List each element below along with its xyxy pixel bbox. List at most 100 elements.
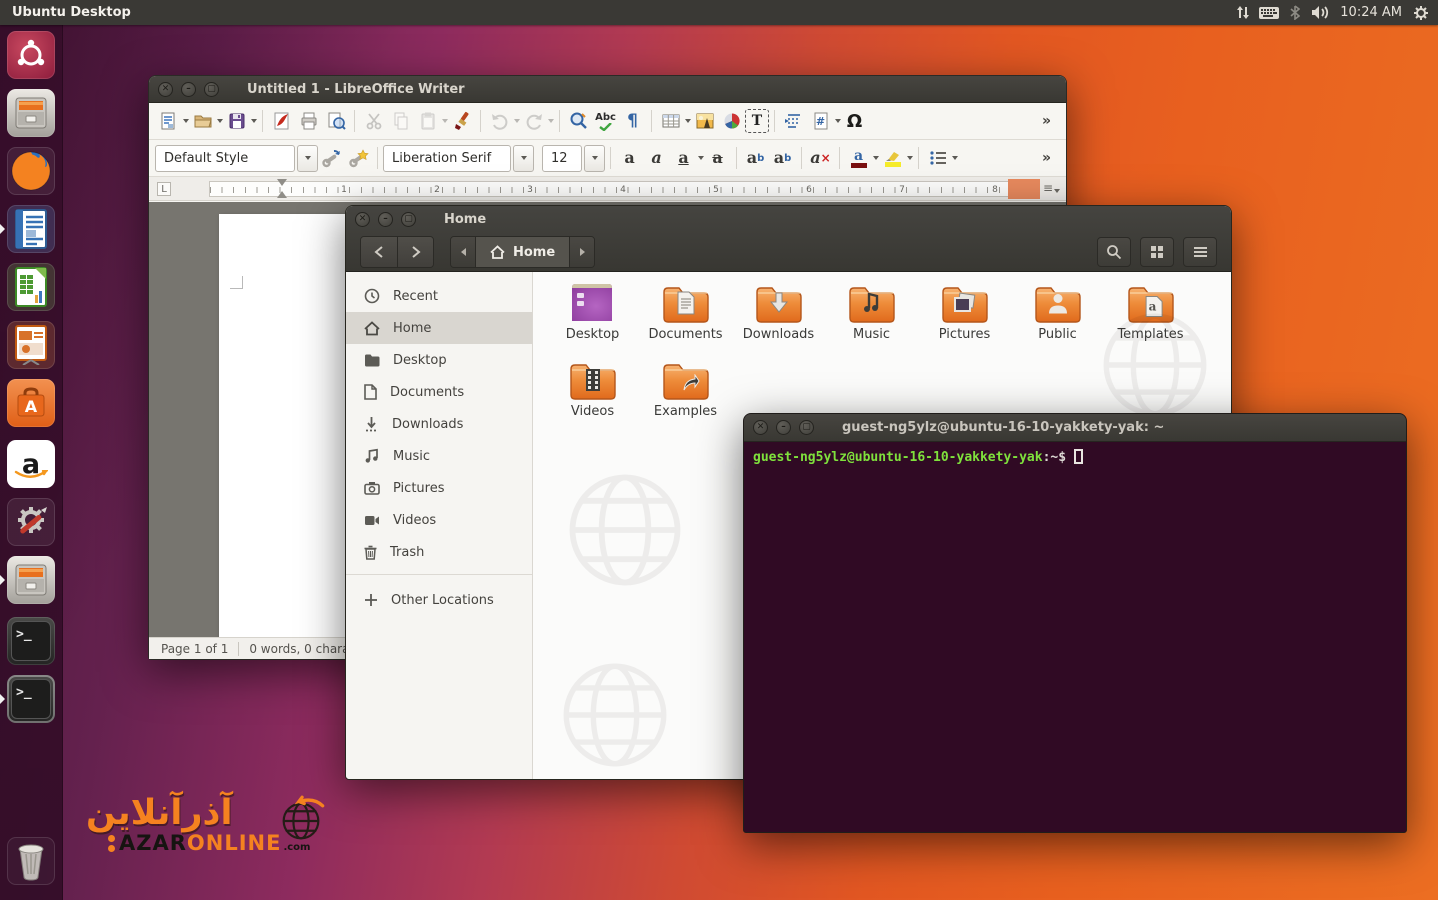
forward-button[interactable] <box>397 237 433 267</box>
file-item-downloads[interactable]: Downloads <box>732 282 825 358</box>
sidebar-item-other-locations[interactable]: Other Locations <box>346 584 532 616</box>
update-style-button[interactable] <box>318 144 345 172</box>
path-scroll-right[interactable] <box>570 237 594 267</box>
path-home-button[interactable]: Home <box>475 237 570 267</box>
search-button[interactable] <box>1097 237 1131 267</box>
writer-titlebar[interactable]: ✕ – ▢ Untitled 1 - LibreOffice Writer <box>149 76 1066 103</box>
launcher-files[interactable] <box>7 89 55 137</box>
font-color-button[interactable]: a <box>845 144 872 172</box>
italic-button[interactable]: a <box>643 144 670 172</box>
size-combo-dropdown[interactable] <box>584 145 605 172</box>
bluetooth-indicator-icon[interactable] <box>1282 0 1308 25</box>
launcher-amazon[interactable]: a <box>7 440 55 488</box>
network-indicator-icon[interactable] <box>1230 0 1256 25</box>
terminal-titlebar[interactable]: ✕ – ▢ guest-ng5ylz@ubuntu-16-10-yakkety-… <box>744 414 1406 442</box>
view-grid-button[interactable] <box>1140 237 1174 267</box>
strikethrough-button[interactable]: a <box>704 144 731 172</box>
insert-page-number-button[interactable]: # <box>807 107 834 135</box>
volume-indicator-icon[interactable] <box>1308 0 1334 25</box>
highlight-dropdown-caret[interactable] <box>907 156 913 160</box>
maximize-button[interactable]: ▢ <box>799 420 814 435</box>
new-document-button[interactable] <box>155 107 182 135</box>
paste-button[interactable] <box>414 107 441 135</box>
insert-page-break-button[interactable] <box>780 107 807 135</box>
redo-dropdown-caret[interactable] <box>548 119 554 123</box>
file-item-examples[interactable]: Examples <box>639 359 732 435</box>
save-button[interactable] <box>223 107 250 135</box>
minimize-button[interactable]: – <box>181 82 196 97</box>
file-item-videos[interactable]: Videos <box>546 359 639 435</box>
new-style-button[interactable] <box>345 144 372 172</box>
bold-button[interactable]: a <box>616 144 643 172</box>
launcher-ubuntu-software[interactable]: A A <box>7 379 55 427</box>
save-dropdown-caret[interactable] <box>251 119 257 123</box>
underline-button[interactable]: a <box>670 144 697 172</box>
copy-button[interactable] <box>387 107 414 135</box>
format-toolbar-overflow-button[interactable]: » <box>1033 144 1060 172</box>
maximize-button[interactable]: ▢ <box>401 212 416 227</box>
style-combo-dropdown[interactable] <box>297 145 318 172</box>
bullet-list-button[interactable] <box>924 144 951 172</box>
window-menu-button[interactable] <box>1183 237 1217 267</box>
session-gear-icon[interactable] <box>1408 0 1434 25</box>
font-combo-dropdown[interactable] <box>513 145 534 172</box>
spelling-button[interactable]: Abc <box>592 107 619 135</box>
insert-table-button[interactable] <box>657 107 684 135</box>
paragraph-style-combo[interactable]: Default Style <box>155 145 295 172</box>
maximize-button[interactable]: ▢ <box>204 82 219 97</box>
open-button[interactable] <box>189 107 216 135</box>
print-preview-button[interactable] <box>322 107 349 135</box>
sidebar-item-home[interactable]: Home <box>346 312 532 344</box>
files-headerbar[interactable]: ✕ – ▢ Home Home <box>346 206 1231 272</box>
undo-button[interactable] <box>486 107 513 135</box>
launcher-ubuntu-dash[interactable] <box>7 31 55 79</box>
formatting-marks-button[interactable]: ¶ <box>619 107 646 135</box>
clone-formatting-button[interactable] <box>448 107 475 135</box>
launcher-system-settings[interactable] <box>7 498 55 546</box>
sidebar-item-documents[interactable]: Documents <box>346 376 532 408</box>
sidebar-item-music[interactable]: Music <box>346 440 532 472</box>
minimize-button[interactable]: – <box>776 420 791 435</box>
close-button[interactable]: ✕ <box>355 212 370 227</box>
launcher-firefox[interactable] <box>7 147 55 195</box>
clear-formatting-button[interactable]: a× <box>807 144 834 172</box>
launcher-terminal-2[interactable]: >_ <box>7 675 55 723</box>
launcher-trash[interactable] <box>7 837 55 885</box>
font-size-combo[interactable]: 12 <box>542 145 582 172</box>
ruler-options-icon[interactable]: ≡ <box>1043 181 1060 195</box>
file-item-pictures[interactable]: Pictures <box>918 282 1011 358</box>
cut-button[interactable] <box>360 107 387 135</box>
superscript-button[interactable]: ab <box>742 144 769 172</box>
page-count[interactable]: Page 1 of 1 <box>161 642 228 656</box>
scrollbar-thumb[interactable] <box>1008 179 1040 199</box>
redo-button[interactable] <box>520 107 547 135</box>
insert-chart-button[interactable] <box>718 107 745 135</box>
print-button[interactable] <box>295 107 322 135</box>
launcher-libreoffice-writer[interactable] <box>7 205 55 253</box>
path-scroll-left[interactable] <box>451 237 475 267</box>
keyboard-indicator-icon[interactable] <box>1256 0 1282 25</box>
file-item-public[interactable]: Public <box>1011 282 1104 358</box>
launcher-terminal[interactable]: >_ <box>7 617 55 665</box>
insert-textbox-button[interactable]: T <box>745 109 769 133</box>
find-replace-button[interactable] <box>565 107 592 135</box>
tab-stop-selector[interactable]: L <box>157 182 171 196</box>
terminal-body[interactable]: guest-ng5ylz@ubuntu-16-10-yakkety-yak:~$ <box>744 442 1406 832</box>
sidebar-item-videos[interactable]: Videos <box>346 504 532 536</box>
font-name-combo[interactable]: Liberation Serif <box>383 145 511 172</box>
sidebar-item-desktop[interactable]: Desktop <box>346 344 532 376</box>
subscript-button[interactable]: ab <box>769 144 796 172</box>
toolbar-overflow-button[interactable]: » <box>1033 107 1060 135</box>
launcher-libreoffice-calc[interactable] <box>7 263 55 311</box>
sidebar-item-recent[interactable]: Recent <box>346 280 532 312</box>
insert-image-button[interactable] <box>691 107 718 135</box>
file-item-music[interactable]: Music <box>825 282 918 358</box>
launcher-libreoffice-impress[interactable] <box>7 321 55 369</box>
highlight-button[interactable] <box>879 144 906 172</box>
special-character-button[interactable]: Ω <box>841 107 868 135</box>
launcher-files-archive[interactable] <box>7 556 55 604</box>
export-pdf-button[interactable] <box>268 107 295 135</box>
back-button[interactable] <box>361 237 397 267</box>
sidebar-item-trash[interactable]: Trash <box>346 536 532 568</box>
close-button[interactable]: ✕ <box>158 82 173 97</box>
